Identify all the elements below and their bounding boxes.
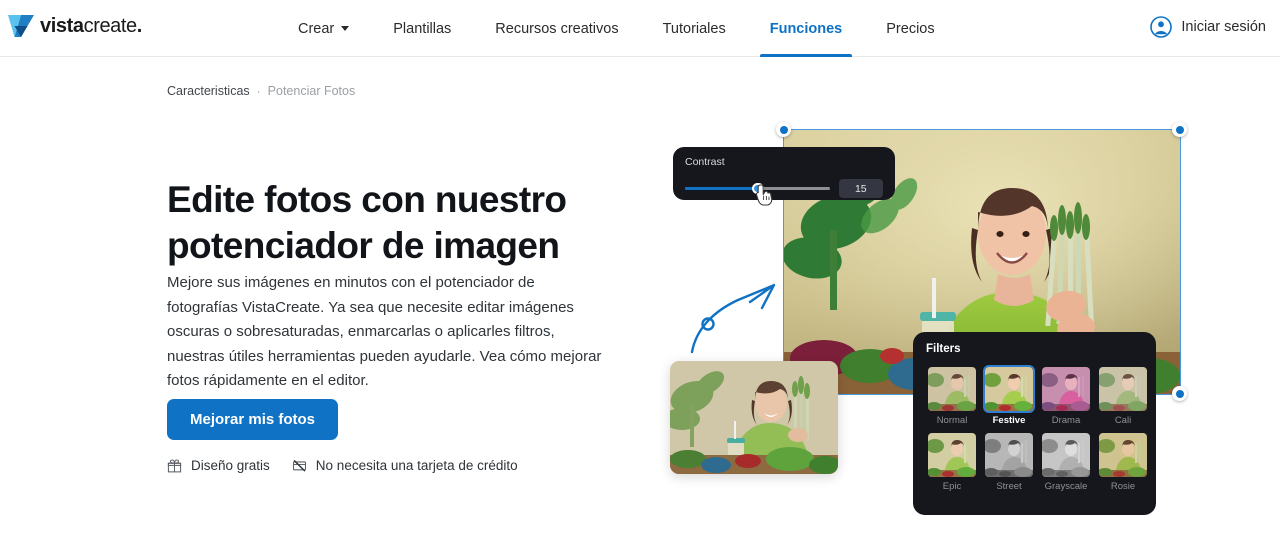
- pointer-hand-cursor-icon: [755, 184, 773, 206]
- filter-option-epic[interactable]: Epic: [926, 431, 978, 494]
- hero-description: Mejore sus imágenes en minutos con el po…: [167, 274, 602, 389]
- filter-thumb-rosie: [1097, 431, 1149, 479]
- nav-label-funciones: Funciones: [769, 20, 843, 37]
- contrast-label: Contrast: [685, 156, 725, 168]
- filter-preview-grayscale: [1042, 433, 1090, 477]
- nav-label-recursos-creativos: Recursos creativos: [495, 20, 619, 37]
- contrast-value-field[interactable]: 15: [838, 179, 883, 198]
- filter-label-grayscale: Grayscale: [1044, 481, 1088, 492]
- nav-item-recursos-creativos[interactable]: Recursos creativos: [473, 0, 640, 57]
- filter-label-drama: Drama: [1051, 415, 1081, 426]
- filter-option-festive[interactable]: Festive: [983, 365, 1035, 428]
- nav-label-plantillas: Plantillas: [393, 20, 452, 37]
- filter-preview-epic: [928, 433, 976, 477]
- filters-panel-title: Filters: [926, 343, 961, 355]
- selection-handle-top-left[interactable]: [776, 122, 791, 137]
- filters-grid: Normal Festive Drama Cali Epic Street Gr…: [926, 365, 1147, 494]
- filter-preview-rosie: [1099, 433, 1147, 477]
- mejorar-mis-fotos-button[interactable]: Mejorar mis fotos: [167, 399, 339, 440]
- logo-mark-icon: [8, 15, 34, 37]
- filter-label-epic: Epic: [942, 481, 962, 492]
- logo-word-bold: vista: [40, 15, 84, 37]
- filter-option-rosie[interactable]: Rosie: [1097, 431, 1149, 494]
- chevron-down-icon: [341, 26, 350, 31]
- nav-label-tutoriales: Tutoriales: [662, 20, 726, 37]
- filter-label-festive: Festive: [992, 415, 1026, 426]
- selection-handle-bottom-right[interactable]: [1172, 386, 1187, 401]
- selection-handle-top-right[interactable]: [1172, 122, 1187, 137]
- filter-preview-cali: [1099, 367, 1147, 411]
- breadcrumb-separator: ·: [256, 84, 261, 98]
- logo-wordmark: vistacreate.: [40, 16, 142, 36]
- filter-option-normal[interactable]: Normal: [926, 365, 978, 428]
- nav-label-crear: Crear: [298, 20, 335, 37]
- nav-item-plantillas[interactable]: Plantillas: [371, 0, 473, 57]
- filter-preview-normal: [928, 367, 976, 411]
- page-title: Edite fotos con nuestro potenciador de i…: [167, 178, 567, 266]
- filter-thumb-cali: [1097, 365, 1149, 413]
- filter-option-street[interactable]: Street: [983, 431, 1035, 494]
- curved-arrow-icon: [690, 283, 776, 354]
- filter-preview-street: [985, 433, 1033, 477]
- filters-panel: Filters Normal Festive Drama Cali Epic S…: [913, 332, 1156, 515]
- gift-icon: [167, 459, 182, 473]
- breadcrumb-parent[interactable]: Caracteristicas: [167, 84, 250, 98]
- nav-item-crear[interactable]: Crear: [276, 0, 371, 57]
- filter-option-grayscale[interactable]: Grayscale: [1040, 431, 1092, 494]
- breadcrumb: Caracteristicas · Potenciar Fotos: [167, 84, 355, 98]
- main-navigation: Crear Plantillas Recursos creativos Tuto…: [276, 0, 957, 57]
- filter-thumb-normal: [926, 365, 978, 413]
- breadcrumb-current: Potenciar Fotos: [267, 84, 356, 98]
- perks-list: Diseño gratis No necesita una tarjeta de…: [167, 458, 518, 473]
- logo-word-dot: .: [136, 15, 143, 37]
- filter-preview-festive: [985, 367, 1033, 411]
- photo-thumbnail-card[interactable]: [670, 361, 838, 474]
- filter-label-cali: Cali: [1114, 415, 1132, 426]
- nav-item-funciones[interactable]: Funciones: [748, 0, 865, 57]
- nav-item-tutoriales[interactable]: Tutoriales: [641, 0, 748, 57]
- filter-option-drama[interactable]: Drama: [1040, 365, 1092, 428]
- no-credit-card-icon: [292, 459, 306, 472]
- filter-thumb-grayscale: [1040, 431, 1092, 479]
- perk-no-credit-card: No necesita una tarjeta de crédito: [292, 458, 518, 473]
- logo-word-thin: create: [83, 15, 138, 37]
- filter-preview-drama: [1042, 367, 1090, 411]
- photo-thumbnail-image: [670, 361, 838, 474]
- filter-option-cali[interactable]: Cali: [1097, 365, 1149, 428]
- contrast-control-panel: Contrast 15: [673, 147, 895, 200]
- login-button[interactable]: Iniciar sesión: [1150, 16, 1266, 38]
- perk-label-no-credit-card: No necesita una tarjeta de crédito: [315, 458, 518, 473]
- nav-item-precios[interactable]: Precios: [864, 0, 956, 57]
- filter-thumb-epic: [926, 431, 978, 479]
- contrast-slider-fill: [685, 187, 758, 190]
- nav-label-precios: Precios: [886, 20, 935, 37]
- filter-label-street: Street: [996, 481, 1022, 492]
- site-header: vistacreate. Crear Plantillas Recursos c…: [0, 0, 1280, 57]
- filter-thumb-drama: [1040, 365, 1092, 413]
- perk-label-free-design: Diseño gratis: [191, 458, 270, 473]
- filter-label-normal: Normal: [936, 415, 968, 426]
- filter-thumb-festive: [983, 365, 1035, 413]
- filter-thumb-street: [983, 431, 1035, 479]
- user-circle-icon: [1150, 16, 1173, 38]
- contrast-slider-row: 15: [685, 179, 883, 198]
- perk-free-design: Diseño gratis: [167, 458, 270, 473]
- filter-label-rosie: Rosie: [1110, 481, 1136, 492]
- page-root: vistacreate. Crear Plantillas Recursos c…: [0, 0, 1280, 536]
- vistacreate-logo[interactable]: vistacreate.: [8, 14, 142, 38]
- login-label: Iniciar sesión: [1181, 19, 1266, 35]
